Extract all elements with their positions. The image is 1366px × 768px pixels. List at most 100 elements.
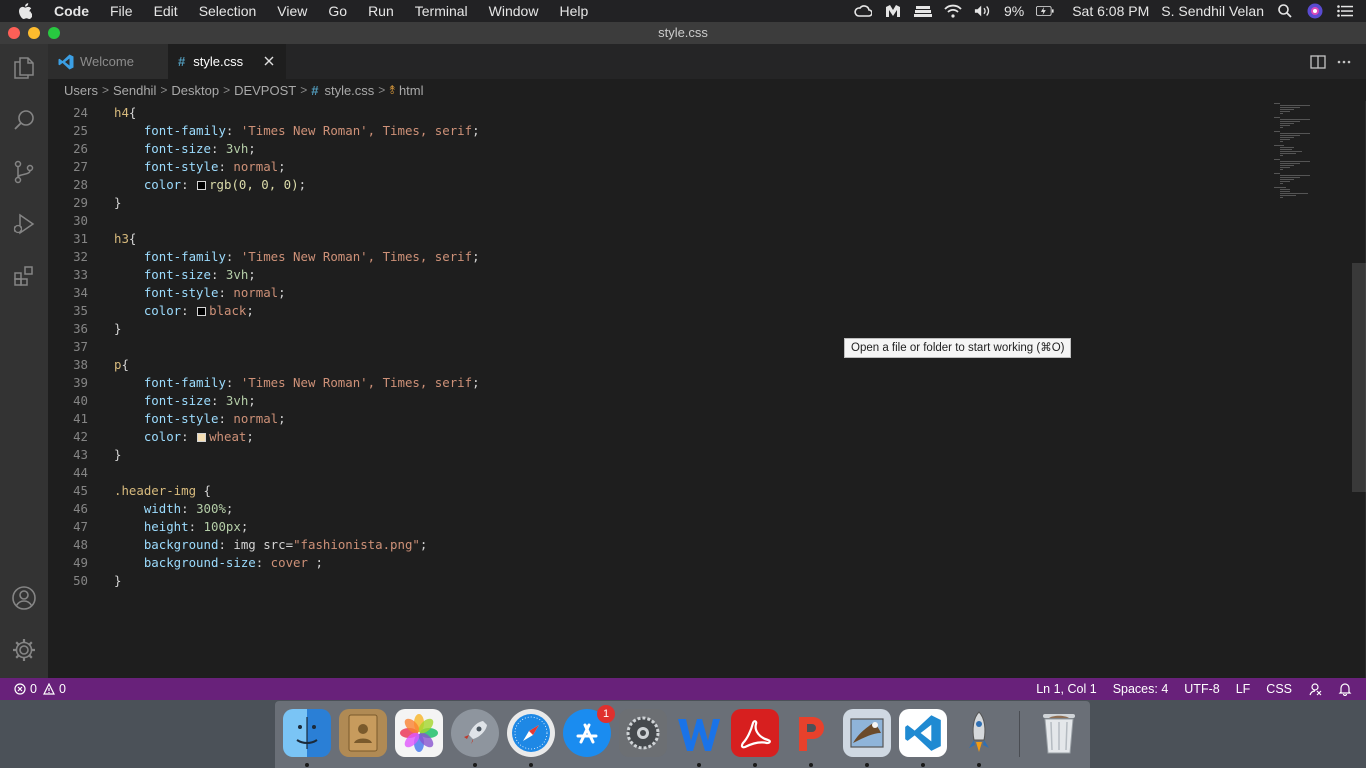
close-tab-icon[interactable] xyxy=(262,54,276,68)
explorer-icon[interactable] xyxy=(0,44,48,92)
powerpoint-icon[interactable] xyxy=(787,709,835,757)
running-indicator xyxy=(921,763,925,767)
menubar-user[interactable]: S. Sendhil Velan xyxy=(1161,3,1264,19)
menu-edit[interactable]: Edit xyxy=(154,3,178,19)
menu-run[interactable]: Run xyxy=(368,3,394,19)
line-number: 48 xyxy=(73,537,88,552)
rocket-icon[interactable] xyxy=(955,709,1003,757)
code-line: color: rgb(0, 0, 0); xyxy=(143,177,307,192)
spotlight-search-icon[interactable] xyxy=(1276,4,1294,18)
extensions-icon[interactable] xyxy=(0,252,48,300)
status-problems[interactable]: 0 0 xyxy=(14,678,66,700)
line-number: 25 xyxy=(73,123,88,138)
indentation[interactable]: Spaces: 4 xyxy=(1113,682,1169,696)
preview-icon[interactable] xyxy=(843,709,891,757)
code-line: .header-img { xyxy=(114,483,211,498)
menu-view[interactable]: View xyxy=(277,3,307,19)
minimap-line xyxy=(1280,133,1310,134)
minimap-line xyxy=(1274,131,1280,132)
run-debug-icon[interactable] xyxy=(0,200,48,248)
menu-terminal[interactable]: Terminal xyxy=(415,3,468,19)
safari-icon[interactable] xyxy=(507,709,555,757)
language-mode[interactable]: CSS xyxy=(1266,682,1292,696)
chevron-right-icon: > xyxy=(223,83,231,97)
code-line: font-size: 3vh; xyxy=(143,141,256,156)
line-number: 31 xyxy=(73,231,88,246)
line-number: 50 xyxy=(73,573,88,588)
notification-center-icon[interactable] xyxy=(1336,4,1354,18)
color-swatch[interactable] xyxy=(197,181,207,190)
running-indicator xyxy=(753,763,757,767)
warning-count: 0 xyxy=(58,682,66,696)
battery-charging-icon[interactable] xyxy=(1036,4,1054,18)
minimap-line xyxy=(1280,119,1310,120)
acrobat-icon[interactable] xyxy=(731,709,779,757)
minimap-line xyxy=(1280,121,1300,122)
word-icon[interactable] xyxy=(675,709,723,757)
code-editor[interactable]: 24 25 26 27 28 29 30 31 32 33 34 35 36 37 38 39 40 41 42 43… xyxy=(48,101,1366,678)
menubar-clock[interactable]: Sat 6:08 PM xyxy=(1072,3,1149,19)
accounts-icon[interactable] xyxy=(0,574,48,622)
line-number: 27 xyxy=(73,159,88,174)
tab-welcome[interactable]: Welcome xyxy=(48,44,168,79)
notifications-bell-icon[interactable] xyxy=(1338,682,1352,696)
contacts-icon[interactable] xyxy=(339,709,387,757)
breadcrumb-symbol[interactable]: html xyxy=(399,83,424,98)
photos-icon[interactable] xyxy=(395,709,443,757)
color-swatch[interactable] xyxy=(197,433,207,442)
breadcrumb-devpost[interactable]: DEVPOST xyxy=(234,83,296,98)
source-control-icon[interactable] xyxy=(0,148,48,196)
search-icon[interactable] xyxy=(0,96,48,144)
finder-icon[interactable] xyxy=(283,709,331,757)
breadcrumb-desktop[interactable]: Desktop xyxy=(171,83,219,98)
css-file-icon: # xyxy=(311,82,319,98)
window-title-bar: style.css xyxy=(0,22,1366,44)
menu-selection[interactable]: Selection xyxy=(199,3,257,19)
trash-icon[interactable] xyxy=(1035,709,1083,757)
minimap-line xyxy=(1280,153,1296,154)
code-line: color: wheat; xyxy=(143,429,254,444)
vscode-icon[interactable] xyxy=(899,709,947,757)
app-store-badge: 1 xyxy=(597,705,615,723)
wifi-icon[interactable] xyxy=(944,4,962,18)
menu-window[interactable]: Window xyxy=(489,3,539,19)
minimap-line xyxy=(1280,177,1300,178)
open-folder-tooltip: Open a file or folder to start working (… xyxy=(844,338,1072,358)
cursor-position[interactable]: Ln 1, Col 1 xyxy=(1036,682,1096,696)
color-swatch[interactable] xyxy=(197,307,207,316)
app-store-icon[interactable]: 1 xyxy=(563,705,615,757)
end-of-line[interactable]: LF xyxy=(1236,682,1251,696)
apple-icon[interactable] xyxy=(18,3,36,19)
split-editor-icon[interactable] xyxy=(1310,54,1326,70)
settings-gear-icon[interactable] xyxy=(0,626,48,674)
line-number: 41 xyxy=(73,411,88,426)
code-line: font-style: normal; xyxy=(143,159,286,174)
encoding[interactable]: UTF-8 xyxy=(1184,682,1219,696)
running-indicator xyxy=(697,763,701,767)
menu-file[interactable]: File xyxy=(110,3,133,19)
launchpad-icon[interactable] xyxy=(451,709,499,757)
minimap[interactable] xyxy=(1270,101,1330,201)
creative-cloud-icon[interactable] xyxy=(854,4,872,18)
malwarebytes-icon[interactable] xyxy=(884,4,902,18)
line-number: 37 xyxy=(73,339,88,354)
menu-code[interactable]: Code xyxy=(54,3,89,19)
line-number-gutter: 24 25 26 27 28 29 30 31 32 33 34 35 36 37 38 39 40 41 42 43… xyxy=(48,104,88,590)
code-line: font-size: 3vh; xyxy=(143,267,256,282)
menu-go[interactable]: Go xyxy=(328,3,347,19)
stack-icon[interactable] xyxy=(913,4,932,18)
breadcrumb-file[interactable]: style.css xyxy=(324,83,374,98)
system-preferences-icon[interactable] xyxy=(619,709,667,757)
siri-icon[interactable] xyxy=(1306,3,1324,19)
vertical-scrollbar-thumb[interactable] xyxy=(1352,263,1366,492)
breadcrumb-sendhil[interactable]: Sendhil xyxy=(113,83,156,98)
menu-help[interactable]: Help xyxy=(559,3,588,19)
minimap-line xyxy=(1280,193,1308,194)
more-actions-icon[interactable] xyxy=(1336,54,1352,70)
volume-icon[interactable] xyxy=(974,4,992,18)
breadcrumb-users[interactable]: Users xyxy=(64,83,98,98)
feedback-icon[interactable] xyxy=(1308,682,1322,696)
editor-tab-bar: Welcome # style.css xyxy=(48,44,1366,79)
battery-percent[interactable]: 9% xyxy=(1004,3,1024,19)
tab-style-css[interactable]: # style.css xyxy=(168,44,286,79)
